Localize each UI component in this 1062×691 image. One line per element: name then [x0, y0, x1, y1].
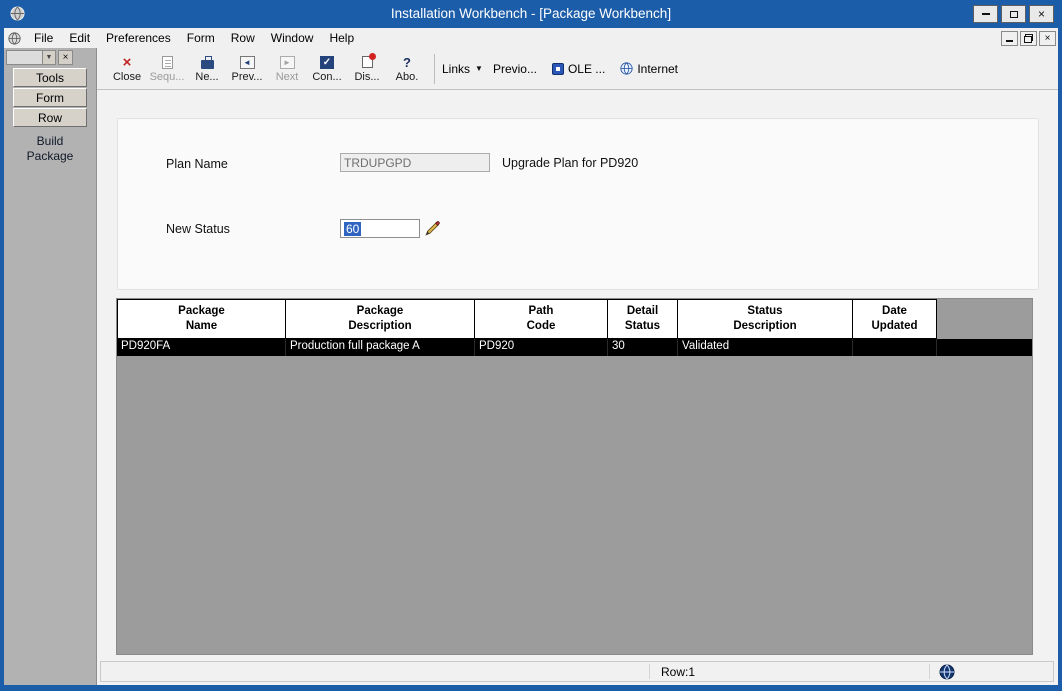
- next-icon: ►: [280, 56, 295, 69]
- window-controls: ×: [973, 5, 1054, 23]
- ole-icon: [552, 63, 564, 75]
- new-status-label: New Status: [166, 222, 230, 236]
- status-bar: Row:1: [100, 661, 1054, 682]
- main-panel: × Close Sequ... Ne... ◄ Prev... ► Ne: [96, 48, 1058, 685]
- toolbar-button-display[interactable]: Dis...: [347, 50, 387, 88]
- fast-path-combo[interactable]: ▼: [6, 50, 56, 65]
- chevron-down-icon[interactable]: ▼: [475, 64, 483, 73]
- toolbar-button-new[interactable]: Ne...: [187, 50, 227, 88]
- toolbar-button-close[interactable]: × Close: [107, 50, 147, 88]
- toolbar-button-next: ► Next: [267, 50, 307, 88]
- cell-detail-status: 30: [608, 339, 678, 356]
- visual-assist-button[interactable]: [421, 218, 443, 239]
- maximize-button[interactable]: [1001, 5, 1026, 23]
- cell-path-code: PD920: [475, 339, 608, 356]
- window-title: Installation Workbench - [Package Workbe…: [0, 6, 1062, 21]
- menu-item-row[interactable]: Row: [223, 29, 263, 47]
- menu-item-window[interactable]: Window: [263, 29, 322, 47]
- mdi-minimize-button[interactable]: [1001, 31, 1018, 46]
- menu-item-form[interactable]: Form: [179, 29, 223, 47]
- mdi-close-icon: ×: [1045, 33, 1051, 44]
- cell-package-description: Production full package A: [286, 339, 475, 356]
- new-status-field[interactable]: 60: [340, 219, 420, 238]
- close-icon: ×: [123, 54, 132, 70]
- form-panel: Plan Name TRDUPGPD Upgrade Plan for PD92…: [117, 118, 1039, 290]
- mdi-window-controls: ×: [1001, 31, 1056, 46]
- new-icon: [201, 60, 214, 69]
- fast-path-bar: ▼ ×: [6, 50, 73, 65]
- minimize-button[interactable]: [973, 5, 998, 23]
- client-area: ▼ × Tools Form Row Build Package × Close: [4, 48, 1058, 685]
- statusbar-divider: [649, 664, 650, 679]
- sidebar-tab-tools[interactable]: Tools: [13, 68, 87, 87]
- menu-item-file[interactable]: File: [26, 29, 61, 47]
- statusbar-divider: [929, 664, 930, 679]
- row-counter: Row:1: [661, 665, 695, 679]
- toolbar-button-previous[interactable]: ◄ Prev...: [227, 50, 267, 88]
- menu-item-preferences[interactable]: Preferences: [98, 29, 179, 47]
- mdi-close-button[interactable]: ×: [1039, 31, 1056, 46]
- package-grid: PackageName PackageDescription PathCode …: [116, 298, 1033, 655]
- mdi-restore-icon: [1024, 34, 1033, 43]
- menu-item-edit[interactable]: Edit: [61, 29, 98, 47]
- link-ole[interactable]: OLE ...: [552, 62, 605, 76]
- link-internet[interactable]: Internet: [620, 62, 678, 76]
- mdi-app-icon[interactable]: [8, 32, 21, 45]
- sidebar: ▼ × Tools Form Row Build Package: [4, 48, 96, 685]
- display-icon: [362, 56, 373, 68]
- confirm-icon: ✓: [320, 56, 334, 69]
- close-icon: ×: [1038, 8, 1045, 20]
- plan-name-description: Upgrade Plan for PD920: [502, 156, 638, 170]
- cell-package-name: PD920FA: [117, 339, 286, 356]
- chevron-down-icon: ▼: [42, 51, 55, 64]
- sidebar-tab-row[interactable]: Row: [13, 108, 87, 127]
- menu-item-help[interactable]: Help: [321, 29, 362, 47]
- links-bar: Links ▼ Previo... OLE ... Internet: [442, 62, 683, 76]
- mdi-minimize-icon: [1006, 40, 1013, 42]
- column-header-status-description: StatusDescription: [678, 299, 853, 339]
- new-status-value: 60: [344, 222, 361, 236]
- column-header-detail-status: DetailStatus: [608, 299, 678, 339]
- column-header-date-updated: DateUpdated: [853, 299, 937, 339]
- column-header-path-code: PathCode: [475, 299, 608, 339]
- about-icon: ?: [403, 54, 411, 70]
- globe-icon: [939, 664, 955, 683]
- sidebar-item-build-package[interactable]: Build Package: [4, 134, 96, 164]
- link-previous[interactable]: Previo...: [493, 62, 537, 76]
- menu-bar: File Edit Preferences Form Row Window He…: [4, 28, 1058, 48]
- internet-icon: [620, 62, 633, 75]
- maximize-icon: [1010, 11, 1018, 18]
- title-bar: Installation Workbench - [Package Workbe…: [0, 0, 1062, 28]
- sidebar-tab-form[interactable]: Form: [13, 88, 87, 107]
- form-toolbar: × Close Sequ... Ne... ◄ Prev... ► Ne: [97, 48, 1058, 90]
- links-menu[interactable]: Links: [442, 62, 470, 76]
- sequence-icon: [162, 56, 173, 69]
- fast-path-close-button[interactable]: ×: [58, 50, 73, 65]
- plan-name-label: Plan Name: [166, 157, 228, 171]
- column-header-package-name: PackageName: [117, 299, 286, 339]
- sidebar-item-label: Build Package: [21, 134, 79, 164]
- previous-icon: ◄: [240, 56, 255, 69]
- toolbar-separator: [434, 54, 435, 84]
- plan-name-field: TRDUPGPD: [340, 153, 490, 172]
- toolbar-button-sequence: Sequ...: [147, 50, 187, 88]
- cell-date-updated: [853, 339, 937, 356]
- toolbar-button-confirm[interactable]: ✓ Con...: [307, 50, 347, 88]
- grid-row-selected[interactable]: PD920FA Production full package A PD920 …: [117, 339, 1032, 356]
- cell-status-description: Validated: [678, 339, 853, 356]
- mdi-restore-button[interactable]: [1020, 31, 1037, 46]
- toolbar-button-about[interactable]: ? Abo.: [387, 50, 427, 88]
- application-window: Installation Workbench - [Package Workbe…: [0, 0, 1062, 691]
- grid-header: PackageName PackageDescription PathCode …: [117, 299, 1032, 339]
- column-header-package-description: PackageDescription: [286, 299, 475, 339]
- close-button[interactable]: ×: [1029, 5, 1054, 23]
- minimize-icon: [982, 13, 990, 15]
- pencil-icon: [424, 220, 441, 237]
